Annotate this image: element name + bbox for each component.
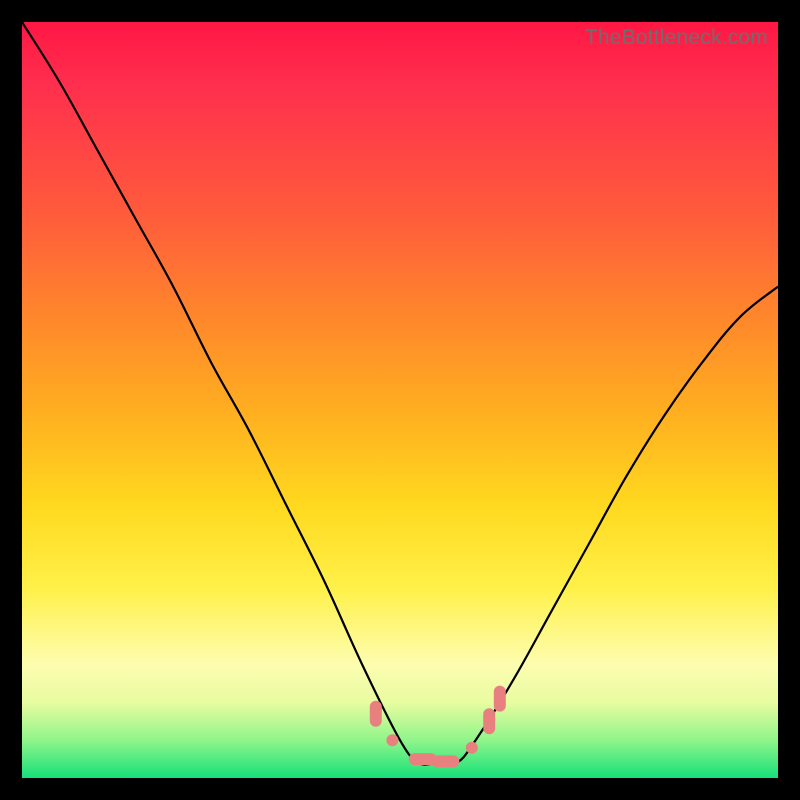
plot-area: TheBottleneck.com: [22, 22, 778, 778]
data-marker: [494, 686, 506, 712]
bottleneck-curve: [22, 22, 778, 778]
data-marker: [386, 734, 398, 746]
data-marker: [370, 701, 382, 727]
curve-line: [22, 22, 778, 765]
data-markers: [370, 686, 506, 768]
data-marker: [466, 742, 478, 754]
data-marker: [483, 708, 495, 734]
chart-frame: TheBottleneck.com: [0, 0, 800, 800]
data-marker: [431, 755, 459, 767]
